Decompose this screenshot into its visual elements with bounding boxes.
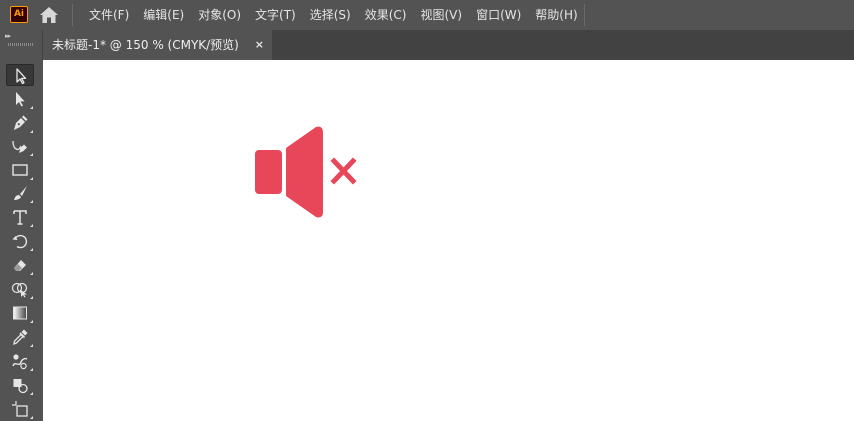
tool-group-indicator: [30, 344, 33, 347]
blend-tool[interactable]: [6, 350, 34, 372]
tool-group-indicator: [30, 200, 33, 203]
menu-help[interactable]: 帮助(H): [528, 0, 584, 30]
selection-arrow-icon: [16, 68, 27, 85]
tool-group-indicator: [30, 392, 33, 395]
curvature-tool[interactable]: [6, 135, 34, 157]
toolbar-grip-handle[interactable]: [8, 43, 34, 46]
artboard-canvas[interactable]: [43, 60, 854, 421]
eyedropper-icon: [13, 329, 28, 346]
paintbrush-tool[interactable]: [6, 182, 34, 204]
rectangle-icon: [12, 164, 28, 176]
menu-type[interactable]: 文字(T): [248, 0, 303, 30]
menu-separator: [72, 4, 73, 26]
rotate-icon: [12, 234, 28, 249]
direct-selection-tool[interactable]: [6, 88, 34, 110]
type-tool[interactable]: [6, 206, 34, 228]
menu-object[interactable]: 对象(O): [191, 0, 248, 30]
menu-view[interactable]: 视图(V): [413, 0, 469, 30]
tool-group-indicator: [30, 296, 33, 299]
menu-select[interactable]: 选择(S): [303, 0, 358, 30]
artboard-icon: [12, 401, 28, 417]
speaker-muted-icon[interactable]: [254, 126, 358, 218]
tool-group-indicator: [30, 153, 33, 156]
direct-selection-arrow-icon: [16, 92, 25, 107]
document-tab-title: 未标题-1* @ 150 % (CMYK/预览): [52, 38, 239, 52]
pen-nib-icon: [14, 115, 28, 130]
toolbar-collapse-icon[interactable]: ▸▸: [5, 32, 11, 40]
document-tab[interactable]: 未标题-1* @ 150 % (CMYK/预览) ×: [43, 30, 272, 60]
eraser-icon: [14, 260, 26, 271]
tool-group-indicator: [30, 272, 33, 275]
tool-group-indicator: [30, 130, 33, 133]
tool-group-indicator: [30, 368, 33, 371]
menu-window[interactable]: 窗口(W): [469, 0, 528, 30]
tool-group-indicator: [30, 177, 33, 180]
speaker-box-shape[interactable]: [255, 150, 282, 194]
eyedropper-tool[interactable]: [6, 326, 34, 348]
live-paint-tool[interactable]: [6, 374, 34, 396]
tool-group-indicator: [30, 416, 33, 419]
illustrator-window: Ai 文件(F) 编辑(E) 对象(O) 文字(T) 选择(S) 效果(C) 视…: [0, 0, 854, 421]
live-paint-bucket-icon: [13, 379, 28, 394]
menu-bar: Ai 文件(F) 编辑(E) 对象(O) 文字(T) 选择(S) 效果(C) 视…: [0, 0, 854, 30]
artboard-tool[interactable]: [6, 398, 34, 420]
type-t-icon: [13, 210, 27, 225]
menu-file[interactable]: 文件(F): [82, 0, 136, 30]
rectangle-tool[interactable]: [6, 159, 34, 181]
curvature-pen-icon: [12, 140, 27, 153]
pen-tool[interactable]: [6, 112, 34, 134]
menu-separator: [584, 4, 585, 26]
gradient-icon: [13, 306, 27, 320]
home-icon[interactable]: [39, 6, 59, 24]
app-logo: Ai: [10, 6, 28, 23]
menu-items: 文件(F) 编辑(E) 对象(O) 文字(T) 选择(S) 效果(C) 视图(V…: [82, 0, 585, 30]
paintbrush-icon: [14, 186, 27, 200]
rotate-tool[interactable]: [6, 230, 34, 252]
menu-edit[interactable]: 编辑(E): [136, 0, 191, 30]
menu-effect[interactable]: 效果(C): [358, 0, 414, 30]
shape-builder-icon: [11, 282, 28, 298]
selection-tool[interactable]: [6, 64, 34, 86]
tool-group-indicator: [30, 224, 33, 227]
tool-group-indicator: [30, 320, 33, 323]
tool-group-indicator: [30, 248, 33, 251]
mute-x-shape[interactable]: [330, 157, 357, 185]
close-icon[interactable]: ×: [255, 30, 264, 60]
toolbar-header[interactable]: ▸▸: [0, 30, 42, 60]
eraser-tool[interactable]: [6, 254, 34, 276]
tools-panel: [0, 60, 42, 421]
gradient-tool[interactable]: [6, 302, 34, 324]
shape-builder-tool[interactable]: [6, 278, 34, 300]
blend-icon: [12, 354, 28, 370]
speaker-cone-shape[interactable]: [286, 126, 323, 218]
tool-group-indicator: [30, 106, 33, 109]
